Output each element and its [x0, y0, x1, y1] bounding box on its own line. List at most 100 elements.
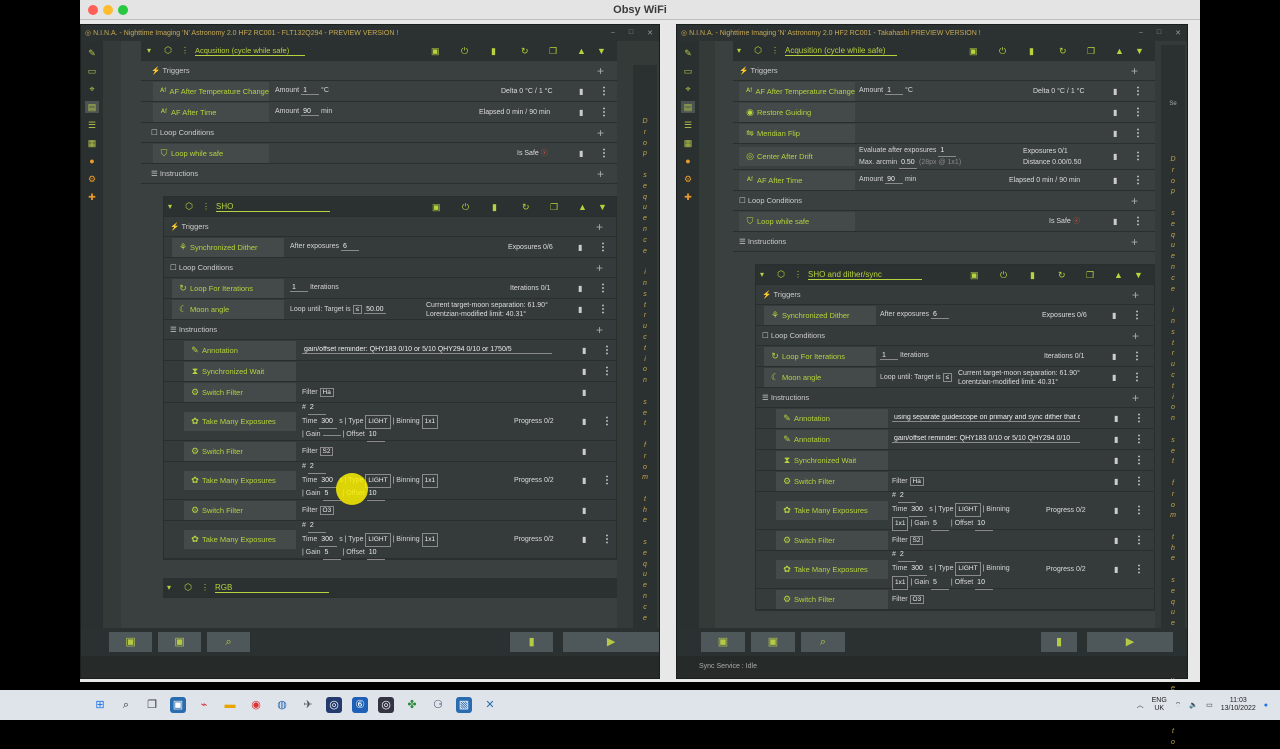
- imaging-icon[interactable]: ☰: [681, 119, 695, 131]
- delete-button[interactable]: ▮: [1041, 632, 1077, 652]
- amount-input[interactable]: 1: [885, 87, 904, 95]
- skyatlas-icon[interactable]: ▭: [681, 65, 695, 77]
- app-icon[interactable]: ⌁: [196, 697, 212, 713]
- menu-icon[interactable]: ⋮: [1133, 151, 1143, 162]
- framing-icon[interactable]: ⌖: [681, 83, 695, 95]
- up-icon[interactable]: ▲: [577, 46, 586, 56]
- app-icon[interactable]: ✕: [482, 697, 498, 713]
- arcmin-input[interactable]: 0.50: [899, 157, 918, 169]
- copy-icon[interactable]: ❐: [549, 46, 557, 57]
- time-input[interactable]: 300: [319, 534, 338, 547]
- zoom-window-button[interactable]: [118, 5, 128, 15]
- app-icon[interactable]: ◎: [326, 697, 342, 713]
- menu-icon[interactable]: ⋮: [602, 366, 612, 377]
- clock-time[interactable]: 11:03: [1230, 697, 1247, 704]
- sequencer-icon[interactable]: ▤: [85, 101, 99, 113]
- down-icon[interactable]: ▼: [597, 46, 606, 56]
- time-input[interactable]: 300: [319, 416, 338, 429]
- binning-select[interactable]: 1x1: [421, 414, 439, 429]
- open-target-button[interactable]: ⌕: [801, 632, 845, 652]
- trash-icon[interactable]: ▮: [582, 367, 586, 376]
- operator-select[interactable]: ≤: [352, 304, 363, 314]
- settings-icon[interactable]: ⚙: [85, 173, 99, 185]
- angle-input[interactable]: 50.00: [364, 306, 386, 314]
- trash-icon[interactable]: ▮: [1114, 435, 1118, 444]
- close-icon[interactable]: ✕: [1175, 29, 1181, 37]
- eval-input[interactable]: 1: [938, 145, 957, 157]
- reset-icon[interactable]: ↻: [1058, 270, 1066, 281]
- menu-icon[interactable]: ⋮: [1133, 107, 1143, 118]
- down-icon[interactable]: ▼: [598, 202, 607, 212]
- filter-select[interactable]: O3: [319, 505, 335, 515]
- rgb-title[interactable]: RGB: [215, 583, 329, 593]
- filter-select[interactable]: S2: [909, 535, 924, 545]
- save-icon[interactable]: ▣: [969, 46, 978, 57]
- time-input[interactable]: 300: [909, 563, 928, 576]
- start-icon[interactable]: ⊞: [92, 697, 108, 713]
- menu-icon[interactable]: ⋮: [599, 107, 609, 118]
- app-icon[interactable]: ⚆: [430, 697, 446, 713]
- amount-input[interactable]: 1: [301, 87, 320, 95]
- plugins-icon[interactable]: ✚: [85, 191, 99, 203]
- up-icon[interactable]: ▲: [1115, 46, 1124, 56]
- menu-icon[interactable]: ⋮: [1133, 128, 1143, 139]
- down-icon[interactable]: ▼: [1134, 270, 1143, 280]
- exposures-input[interactable]: 6: [930, 311, 949, 319]
- menu-icon[interactable]: ⋮: [598, 242, 608, 253]
- trash-icon[interactable]: ▮: [1029, 46, 1034, 57]
- operator-select[interactable]: ≤: [942, 372, 953, 382]
- app-icon[interactable]: ▣: [170, 697, 186, 713]
- battery-icon[interactable]: ▭: [1206, 701, 1213, 709]
- power-icon[interactable]: ⏻: [461, 46, 468, 57]
- add-icon[interactable]: +: [596, 261, 603, 275]
- annotation-input[interactable]: using separate guidescope on primary and…: [892, 414, 1080, 422]
- menu-icon[interactable]: ⋮: [598, 304, 608, 315]
- settings-icon[interactable]: ⚙: [681, 173, 695, 185]
- equipment-icon[interactable]: ✎: [85, 47, 99, 59]
- maximize-icon[interactable]: □: [1157, 29, 1161, 37]
- load-sequence-button[interactable]: ▣: [109, 632, 153, 652]
- trash-icon[interactable]: ▮: [582, 535, 586, 544]
- trash-icon[interactable]: ▮: [1113, 152, 1117, 161]
- app-icon[interactable]: ✈: [300, 697, 316, 713]
- app-icon[interactable]: ◍: [274, 697, 290, 713]
- trash-icon[interactable]: ▮: [1114, 536, 1118, 545]
- tray-arrow-icon[interactable]: ︿: [1137, 700, 1144, 710]
- add-icon[interactable]: +: [597, 64, 604, 78]
- options-icon[interactable]: ●: [681, 155, 695, 167]
- exposures-input[interactable]: 6: [340, 243, 359, 251]
- trash-icon[interactable]: ▮: [582, 447, 586, 456]
- count-input[interactable]: 2: [307, 402, 326, 415]
- minimize-window-button[interactable]: [103, 5, 113, 15]
- trash-icon[interactable]: ▮: [1113, 87, 1117, 96]
- menu-icon[interactable]: ⋮: [1132, 351, 1142, 362]
- add-icon[interactable]: +: [597, 126, 604, 140]
- trash-icon[interactable]: ▮: [1114, 477, 1118, 486]
- menu-icon[interactable]: ⋮: [602, 345, 612, 356]
- load-sequence-button[interactable]: ▣: [701, 632, 745, 652]
- maximize-icon[interactable]: □: [629, 29, 633, 37]
- close-window-button[interactable]: [88, 5, 98, 15]
- trash-icon[interactable]: ▮: [1114, 414, 1118, 423]
- power-icon[interactable]: ⏻: [462, 202, 469, 213]
- start-sequence-button[interactable]: ▶: [563, 632, 659, 652]
- reset-icon[interactable]: ↻: [521, 46, 529, 57]
- time-input[interactable]: 300: [909, 504, 928, 517]
- trash-icon[interactable]: ▮: [578, 243, 582, 252]
- power-icon[interactable]: ⏻: [999, 46, 1006, 57]
- add-icon[interactable]: +: [1132, 391, 1139, 405]
- trash-icon[interactable]: ▮: [1113, 217, 1117, 226]
- sequencer-icon[interactable]: ▤: [681, 101, 695, 113]
- type-select[interactable]: LIGHT: [365, 414, 391, 429]
- count-input[interactable]: 2: [307, 461, 326, 474]
- minimize-icon[interactable]: –: [1139, 29, 1143, 37]
- save-sequence-button[interactable]: ▣: [158, 632, 202, 652]
- add-icon[interactable]: +: [596, 323, 603, 337]
- framing-icon[interactable]: ⌖: [85, 83, 99, 95]
- trash-icon[interactable]: ▮: [582, 417, 586, 426]
- trash-icon[interactable]: ▮: [1112, 311, 1116, 320]
- gain-input[interactable]: 5: [322, 547, 341, 560]
- add-icon[interactable]: +: [597, 167, 604, 181]
- menu-icon[interactable]: ⋮: [1132, 372, 1142, 383]
- up-icon[interactable]: ▲: [1114, 270, 1123, 280]
